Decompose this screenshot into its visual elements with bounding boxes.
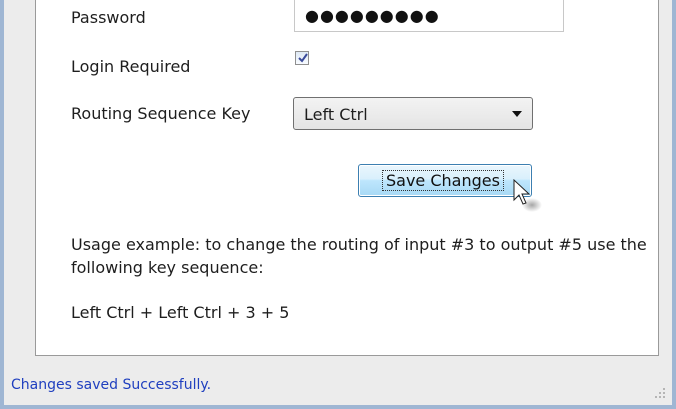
key-sequence-example: Left Ctrl + Left Ctrl + 3 + 5: [71, 303, 290, 322]
checkmark-icon: [298, 53, 308, 63]
settings-panel: Password ●●●●●●●●● Login Required Routin…: [35, 0, 659, 356]
usage-example-text: Usage example: to change the routing of …: [71, 235, 647, 277]
chevron-down-icon: [512, 111, 522, 117]
login-required-label: Login Required: [71, 57, 191, 76]
password-field[interactable]: ●●●●●●●●●: [294, 0, 564, 32]
status-message: Changes saved Successfully.: [11, 377, 212, 393]
settings-window: Password ●●●●●●●●● Login Required Routin…: [0, 0, 676, 409]
resize-grip-icon[interactable]: [654, 387, 666, 399]
mouse-pointer-icon: [513, 179, 542, 212]
save-changes-label: Save Changes: [382, 170, 504, 191]
save-changes-button[interactable]: Save Changes: [358, 164, 532, 197]
routing-sequence-key-select[interactable]: Left Ctrl: [293, 97, 533, 130]
routing-sequence-key-value: Left Ctrl: [304, 105, 368, 124]
password-label: Password: [71, 8, 146, 27]
routing-sequence-key-label: Routing Sequence Key: [71, 104, 251, 123]
login-required-checkbox[interactable]: [295, 51, 309, 65]
